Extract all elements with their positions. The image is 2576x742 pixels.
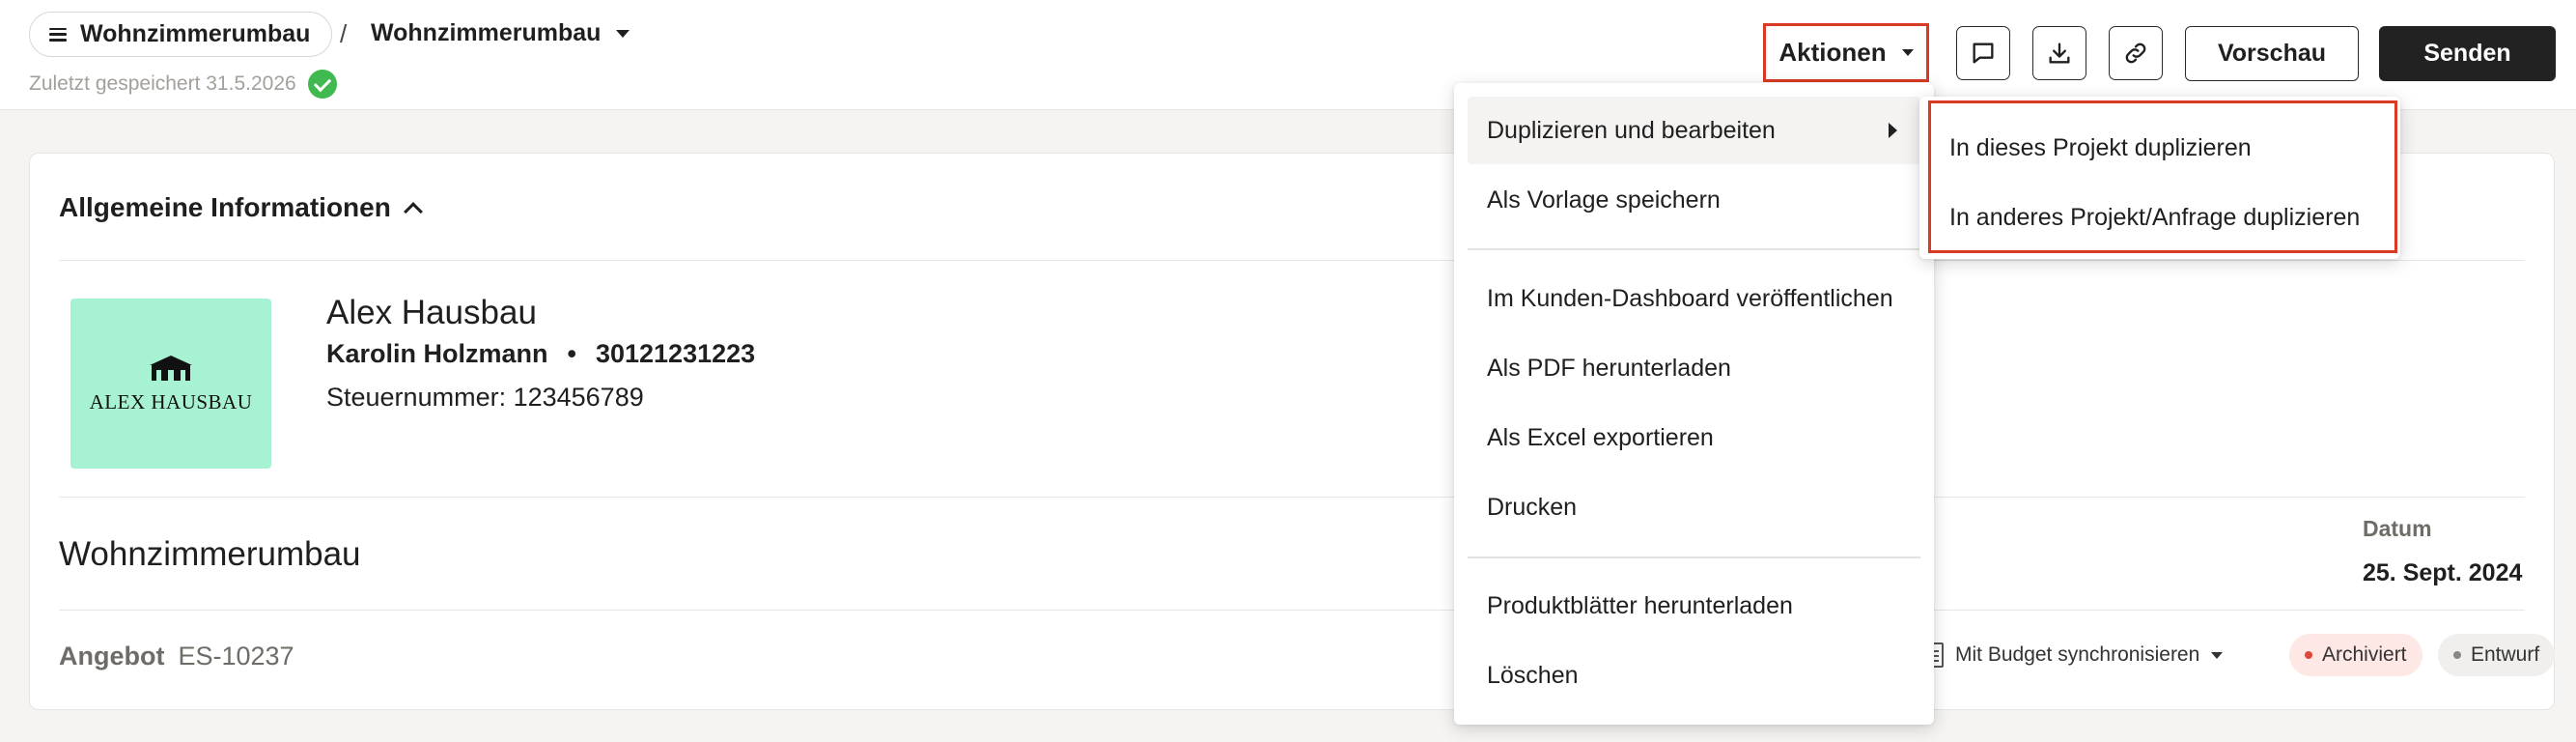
submenu-item-duplicate-this-project[interactable]: In dieses Projekt duplizieren xyxy=(1940,119,2394,177)
caret-down-icon xyxy=(1901,49,1914,56)
menu-item-label: Im Kunden-Dashboard veröffentlichen xyxy=(1487,284,1893,312)
menu-item-save-template[interactable]: Als Vorlage speichern xyxy=(1468,166,1920,234)
contact-name: Karolin Holzmann xyxy=(326,339,548,368)
offer-label: Angebot xyxy=(59,642,165,671)
comment-button[interactable] xyxy=(1956,26,2010,80)
project-title: Wohnzimmerumbau xyxy=(59,535,361,573)
submenu-item-label: In dieses Projekt duplizieren xyxy=(1949,133,2252,161)
contact-line: Karolin Holzmann • 30121231223 xyxy=(326,339,755,369)
project-switcher-button[interactable]: Wohnzimmerumbau xyxy=(29,12,333,57)
divider xyxy=(59,610,2525,611)
menu-item-publish-dashboard[interactable]: Im Kunden-Dashboard veröffentlichen xyxy=(1468,265,1920,332)
save-status-text: Zuletzt gespeichert 31.5.2026 xyxy=(29,72,296,95)
chevron-up-icon xyxy=(403,202,423,221)
badge-label: Entwurf xyxy=(2471,643,2540,666)
actions-dropdown-button[interactable]: Aktionen xyxy=(1763,23,1929,82)
sync-label: Mit Budget synchronisieren xyxy=(1955,643,2200,666)
tax-number: Steuernummer: 123456789 xyxy=(326,383,644,412)
divider xyxy=(59,260,2525,261)
menu-item-print[interactable]: Drucken xyxy=(1468,473,1920,541)
menu-item-delete[interactable]: Löschen xyxy=(1468,642,1920,709)
section-title: Allgemeine Informationen xyxy=(59,192,391,222)
offer-info: Angebot ES-10237 xyxy=(59,642,294,671)
divider xyxy=(59,497,2525,498)
breadcrumb-current-dropdown[interactable]: Wohnzimmerumbau xyxy=(371,19,630,47)
submenu-item-duplicate-other-project[interactable]: In anderes Projekt/Anfrage duplizieren xyxy=(1940,188,2394,246)
copy-link-button[interactable] xyxy=(2109,26,2163,80)
status-dot xyxy=(2453,651,2461,659)
submenu-item-label: In anderes Projekt/Anfrage duplizieren xyxy=(1949,203,2361,231)
menu-item-label: Als PDF herunterladen xyxy=(1487,354,1731,382)
status-badge-draft: Entwurf xyxy=(2438,634,2556,676)
menu-item-label: Produktblätter herunterladen xyxy=(1487,591,1793,619)
date-label: Datum xyxy=(2363,516,2432,541)
duplicate-submenu: In dieses Projekt duplizieren In anderes… xyxy=(1919,97,2400,259)
project-name: Wohnzimmerumbau xyxy=(80,20,311,47)
menu-item-label: Löschen xyxy=(1487,661,1579,689)
contact-phone: 30121231223 xyxy=(595,339,756,368)
menu-item-export-excel[interactable]: Als Excel exportieren xyxy=(1468,404,1920,471)
date-value: 25. Sept. 2024 xyxy=(2363,559,2523,586)
menu-item-label: Drucken xyxy=(1487,493,1578,521)
menu-item-label: Als Vorlage speichern xyxy=(1487,186,1721,214)
offer-number: ES-10237 xyxy=(178,642,294,671)
menu-divider xyxy=(1468,248,1920,250)
general-info-toggle[interactable]: Allgemeine Informationen xyxy=(59,192,423,223)
link-icon xyxy=(2125,43,2146,64)
comment-icon xyxy=(1973,43,1994,64)
house-logo-icon xyxy=(150,355,192,381)
logo-text: ALEX HAUSBAU xyxy=(89,389,253,414)
actions-menu: Duplizieren und bearbeiten Als Vorlage s… xyxy=(1454,83,1934,725)
status-badge-archived: Archiviert xyxy=(2289,634,2422,676)
company-logo: ALEX HAUSBAU xyxy=(70,299,271,469)
menu-item-download-pdf[interactable]: Als PDF herunterladen xyxy=(1468,334,1920,402)
hamburger-menu-icon xyxy=(49,27,67,42)
send-button[interactable]: Senden xyxy=(2379,26,2556,81)
top-bar: Wohnzimmerumbau / Wohnzimmerumbau Zuletz… xyxy=(0,0,2576,110)
breadcrumb-separator: / xyxy=(340,19,348,48)
badge-label: Archiviert xyxy=(2322,643,2407,666)
actions-label: Aktionen xyxy=(1778,38,1887,67)
caret-right-icon xyxy=(1889,123,1897,138)
breadcrumb-current-label: Wohnzimmerumbau xyxy=(371,19,602,46)
menu-divider xyxy=(1468,556,1920,558)
preview-button[interactable]: Vorschau xyxy=(2185,26,2359,81)
contact-separator: • xyxy=(567,339,576,368)
submenu-highlight: In dieses Projekt duplizieren In anderes… xyxy=(1928,100,2397,253)
save-status: Zuletzt gespeichert 31.5.2026 xyxy=(29,70,337,99)
download-button[interactable] xyxy=(2032,26,2086,80)
check-circle-icon xyxy=(307,70,337,99)
caret-down-icon xyxy=(616,29,630,38)
status-dot xyxy=(2305,651,2312,659)
download-icon xyxy=(2049,43,2070,64)
caret-down-icon xyxy=(2211,651,2224,659)
company-name: Alex Hausbau xyxy=(326,294,537,331)
menu-item-label: Duplizieren und bearbeiten xyxy=(1487,116,1776,144)
menu-item-download-product-sheets[interactable]: Produktblätter herunterladen xyxy=(1468,572,1920,640)
menu-item-label: Als Excel exportieren xyxy=(1487,423,1714,451)
menu-item-duplicate-edit[interactable]: Duplizieren und bearbeiten xyxy=(1468,97,1920,164)
budget-sync-dropdown[interactable]: Mit Budget synchronisieren xyxy=(1924,635,2224,675)
